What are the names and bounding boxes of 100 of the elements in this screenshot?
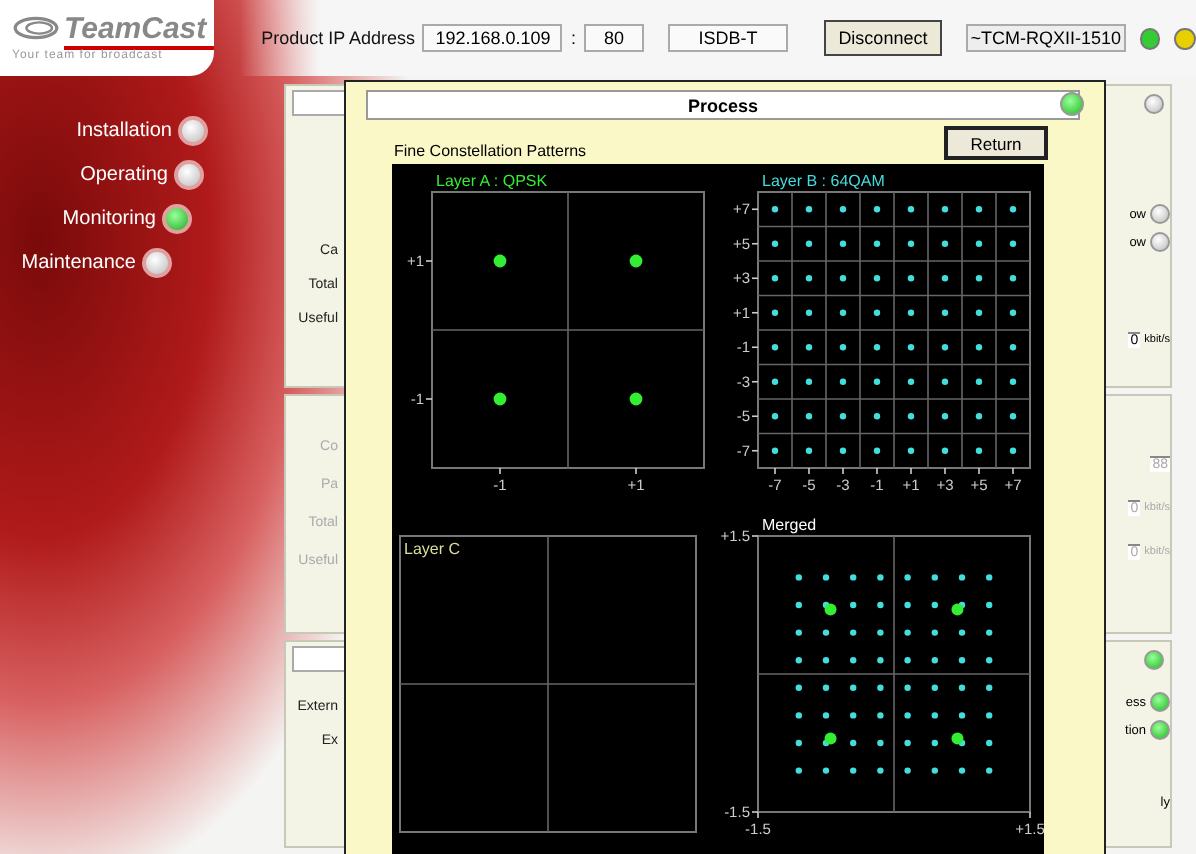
- data-point: [931, 629, 938, 636]
- data-point: [771, 275, 779, 282]
- data-point: [850, 767, 857, 774]
- data-point: [805, 206, 813, 213]
- data-point: [941, 275, 949, 282]
- data-point: [975, 413, 983, 420]
- data-point: [931, 684, 938, 691]
- data-point: [850, 712, 857, 719]
- data-point: [877, 712, 884, 719]
- data-point: [877, 739, 884, 747]
- data-point: [931, 601, 938, 609]
- data-point: [975, 240, 983, 247]
- data-point: [907, 206, 915, 213]
- data-point: [1009, 378, 1017, 385]
- data-point: [907, 275, 915, 282]
- data-point: [873, 206, 881, 213]
- data-point: [805, 309, 813, 316]
- data-point: [493, 254, 507, 268]
- data-point: [795, 712, 802, 719]
- data-point: [850, 629, 857, 636]
- data-point: [822, 767, 830, 774]
- data-point: [904, 601, 911, 609]
- data-point: [1009, 309, 1017, 316]
- data-point: [822, 684, 830, 691]
- data-point: [958, 684, 966, 691]
- data-point: [941, 413, 949, 420]
- data-point: [975, 447, 983, 454]
- chart-title: Layer C: [404, 540, 461, 558]
- data-point: [873, 413, 881, 420]
- data-point: [931, 739, 938, 747]
- standard-field[interactable]: ISDB-T: [667, 24, 788, 52]
- data-point: [975, 309, 983, 316]
- data-point: [941, 344, 949, 351]
- ip-address-field[interactable]: 192.168.0.109: [422, 24, 563, 52]
- disconnect-button[interactable]: Disconnect: [823, 20, 942, 56]
- data-point: [795, 684, 802, 691]
- data-point: [805, 413, 813, 420]
- data-point: [904, 712, 911, 719]
- data-point: [771, 240, 779, 247]
- data-point: [771, 413, 779, 420]
- data-point: [941, 378, 949, 385]
- nav-item[interactable]: Maintenance: [21, 248, 172, 278]
- data-point: [904, 739, 911, 747]
- data-point: [986, 657, 993, 664]
- data-point: [958, 629, 966, 636]
- data-point: [771, 309, 779, 316]
- data-point: [795, 739, 802, 747]
- data-point: [904, 657, 911, 664]
- data-point: [839, 309, 847, 316]
- data-point: [907, 309, 915, 316]
- data-point: [1009, 413, 1017, 420]
- data-point: [805, 378, 813, 385]
- data-point: [822, 574, 830, 581]
- data-point: [629, 254, 643, 268]
- data-point: [795, 601, 802, 609]
- port-separator: :: [570, 28, 576, 48]
- data-point: [873, 240, 881, 247]
- data-point: [873, 378, 881, 385]
- data-point: [904, 767, 911, 774]
- data-point: [873, 275, 881, 282]
- nav-item[interactable]: Operating: [80, 160, 204, 190]
- data-point: [822, 712, 830, 719]
- ip-address-label: Product IP Address: [261, 28, 415, 48]
- data-point: [877, 629, 884, 636]
- data-point: [1009, 447, 1017, 454]
- chart-title: Merged: [762, 516, 817, 534]
- port-field[interactable]: 80: [583, 24, 644, 52]
- data-point: [907, 378, 915, 385]
- data-point: [1009, 344, 1017, 351]
- data-point: [907, 447, 915, 454]
- data-point: [805, 240, 813, 247]
- nav-item[interactable]: Monitoring: [62, 204, 192, 234]
- data-point: [986, 601, 993, 609]
- data-point: [931, 574, 938, 581]
- data-point: [877, 684, 884, 691]
- data-point: [822, 657, 830, 664]
- data-point: [795, 657, 802, 664]
- data-point: [839, 447, 847, 454]
- data-point: [771, 378, 779, 385]
- data-point: [839, 413, 847, 420]
- data-point: [839, 206, 847, 213]
- data-point: [975, 275, 983, 282]
- data-point: [839, 378, 847, 385]
- data-point: [986, 767, 993, 774]
- data-point: [877, 657, 884, 664]
- data-point: [850, 574, 857, 581]
- data-point: [839, 240, 847, 247]
- device-name-field[interactable]: ~TCM-RQXII-1510: [965, 24, 1126, 52]
- data-point: [986, 739, 993, 747]
- data-point: [907, 413, 915, 420]
- data-point: [839, 344, 847, 351]
- data-point: [850, 684, 857, 691]
- data-point: [850, 739, 857, 747]
- data-point: [958, 574, 966, 581]
- return-button[interactable]: Return: [944, 126, 1048, 160]
- data-point: [941, 309, 949, 316]
- data-point: [771, 447, 779, 454]
- nav-item[interactable]: Installation: [76, 116, 208, 146]
- data-point: [850, 601, 857, 609]
- data-point: [805, 447, 813, 454]
